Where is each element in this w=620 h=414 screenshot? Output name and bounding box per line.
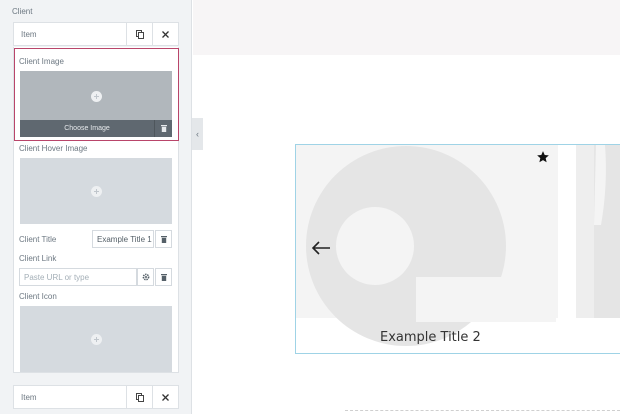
duplicate-button[interactable] xyxy=(126,23,152,45)
collapse-panel-button[interactable]: ‹ xyxy=(192,118,203,150)
duplicate-button[interactable] xyxy=(126,386,152,408)
slide-title: Example Title 2 xyxy=(380,330,481,345)
remove-item-button[interactable] xyxy=(152,23,178,45)
copy-icon xyxy=(135,392,144,402)
chevron-left-icon: ‹ xyxy=(196,129,199,139)
section-label: Client xyxy=(12,7,33,16)
repeater-item-label: Item xyxy=(21,30,37,39)
trash-icon xyxy=(160,235,167,243)
plus-icon xyxy=(90,333,102,345)
client-link-input[interactable]: Paste URL or type xyxy=(19,268,137,286)
repeater-item-header[interactable]: Item xyxy=(13,22,179,46)
client-title-label: Client Title xyxy=(19,235,57,244)
link-options-button[interactable] xyxy=(137,268,154,286)
arrow-left-icon[interactable] xyxy=(311,241,331,255)
plus-icon xyxy=(90,185,102,197)
star-icon[interactable] xyxy=(536,150,550,164)
client-hover-image-label: Client Hover Image xyxy=(19,144,88,153)
close-icon xyxy=(162,30,169,38)
client-title-input[interactable]: Example Title 1 xyxy=(92,230,154,248)
gear-icon xyxy=(142,273,149,281)
client-icon-picker[interactable] xyxy=(20,306,172,372)
dynamic-tags-button[interactable] xyxy=(155,230,172,248)
client-hover-image-picker[interactable] xyxy=(20,158,172,224)
client-link-label: Client Link xyxy=(19,254,57,263)
remove-item-button[interactable] xyxy=(152,386,178,408)
preview-top-section xyxy=(193,0,620,55)
active-control-highlight xyxy=(14,48,179,141)
carousel-slide[interactable]: Example Title 2 xyxy=(295,144,620,354)
placeholder-image xyxy=(296,145,620,346)
close-icon xyxy=(162,393,169,401)
repeater-item-label: Item xyxy=(21,393,37,402)
trash-icon xyxy=(160,273,167,281)
client-icon-label: Client Icon xyxy=(19,292,57,301)
section-divider xyxy=(345,410,620,411)
editor-panel: Client Item Client Image Choose Image Cl… xyxy=(0,0,192,414)
dynamic-tags-button[interactable] xyxy=(155,268,172,286)
repeater-item-header[interactable]: Item xyxy=(13,385,179,409)
copy-icon xyxy=(135,29,144,39)
